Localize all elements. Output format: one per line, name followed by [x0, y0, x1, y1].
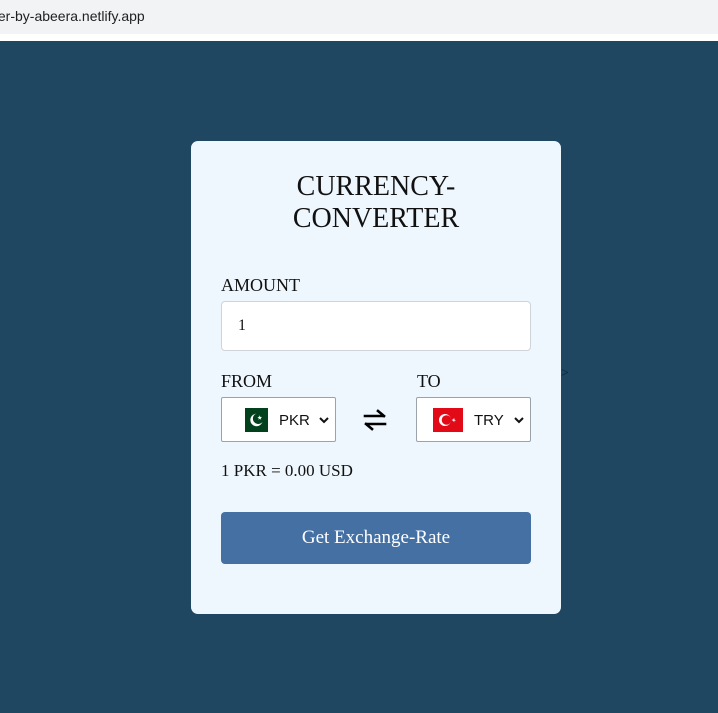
browser-address-bar: ter-by-abeera.netlify.app — [0, 0, 718, 35]
to-currency-box: TRY — [416, 397, 531, 442]
browser-toolbar-divider — [0, 34, 718, 41]
from-currency-select[interactable]: PKR — [272, 409, 332, 431]
get-exchange-rate-button[interactable]: Get Exchange-Rate — [221, 512, 531, 564]
converter-card: CURRENCY- CONVERTER AMOUNT FROM TO PKR — [191, 141, 561, 614]
stray-text: > — [561, 366, 569, 381]
title-line-1: CURRENCY- — [296, 171, 456, 202]
page-title: CURRENCY- CONVERTER — [191, 171, 561, 235]
url-text[interactable]: ter-by-abeera.netlify.app — [0, 8, 145, 24]
amount-input[interactable] — [221, 301, 531, 351]
pakistan-flag-icon — [238, 408, 268, 432]
from-currency-box: PKR — [221, 397, 336, 442]
from-label: FROM — [221, 371, 273, 391]
swap-arrows-icon[interactable] — [363, 409, 387, 431]
turkey-flag-icon — [433, 408, 463, 432]
title-line-2: CONVERTER — [292, 203, 460, 234]
exchange-rate-text: 1 PKR = 0.00 USD — [221, 461, 353, 480]
to-label: TO — [417, 371, 441, 391]
amount-label: AMOUNT — [221, 275, 300, 295]
to-currency-select[interactable]: TRY — [467, 409, 527, 431]
